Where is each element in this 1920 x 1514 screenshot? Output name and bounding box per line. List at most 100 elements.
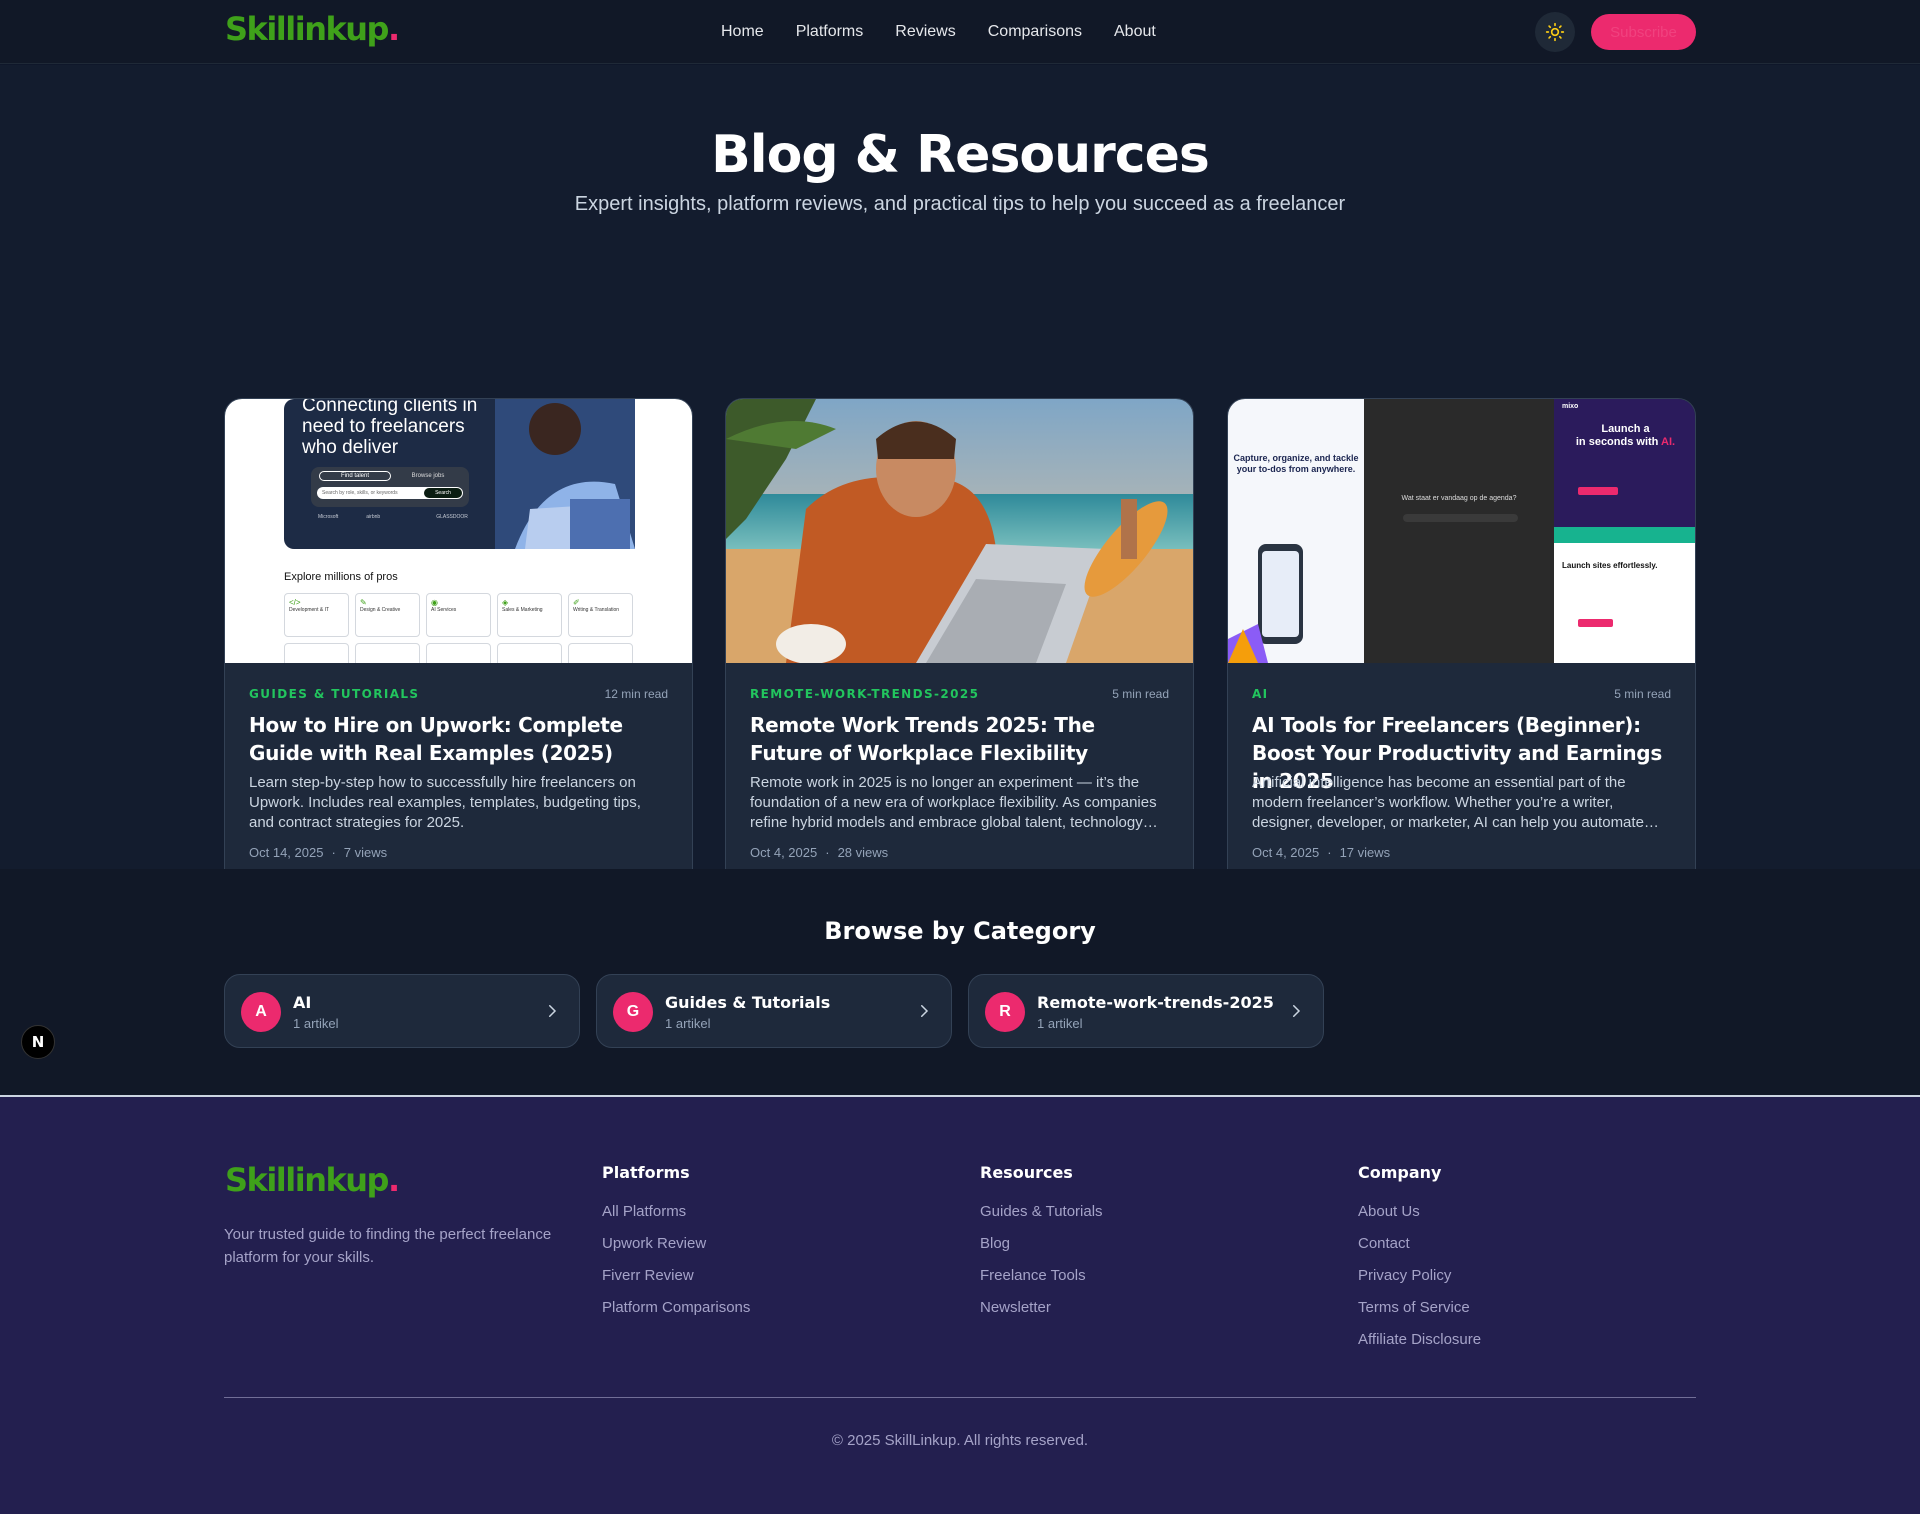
code-icon: </> [289,598,301,607]
theme-toggle-button[interactable] [1535,12,1575,52]
category-avatar: R [985,992,1025,1032]
post-card[interactable]: Capture, organize, and tackle your to-do… [1227,398,1696,887]
thumb-tile: ◉ AI Services [426,593,491,637]
main-nav: Home Platforms Reviews Comparisons About [721,20,1188,44]
post-category[interactable]: REMOTE-WORK-TRENDS-2025 [750,687,979,701]
site-footer: Skillinkup. Your trusted guide to findin… [0,1095,1920,1514]
blog-hero-section: Blog & Resources Expert insights, platfo… [0,65,1920,887]
post-excerpt: Learn step-by-step how to successfully h… [249,774,641,831]
footer-column-title: Resources [980,1163,1073,1182]
post-excerpt: Remote work in 2025 is no longer an expe… [750,774,1158,831]
footer-column-resources: Resources Guides & Tutorials Blog Freela… [980,1163,1103,1324]
thumb-brand: airbnb [366,514,381,520]
footer-divider [224,1397,1696,1398]
post-title[interactable]: Remote Work Trends 2025: The Future of W… [750,711,1171,767]
footer-column-title: Platforms [602,1163,690,1182]
chevron-right-icon [921,1005,929,1017]
footer-link[interactable]: Newsletter [980,1292,1103,1324]
pen-icon: ✐ [573,598,580,607]
footer-link[interactable]: Privacy Policy [1358,1260,1481,1292]
post-views: 17 views [1339,845,1391,860]
footer-link[interactable]: Freelance Tools [980,1260,1103,1292]
thumb-brand: mixo [1562,403,1579,410]
browse-by-category-section: Browse by Category A AI 1 artikel G Guid… [0,869,1920,1095]
thumb-panel-headline: Capture, organize, and tackle your to-do… [1233,453,1359,474]
category-count: 1 artikel [293,1016,339,1031]
category-avatar: G [613,992,653,1032]
footer-column-platforms: Platforms All Platforms Upwork Review Fi… [602,1163,750,1324]
post-title[interactable]: How to Hire on Upwork: Complete Guide wi… [249,711,670,767]
dev-tools-badge[interactable]: N [21,1025,55,1059]
chevron-right-icon [1293,1005,1301,1017]
post-card[interactable]: REMOTE-WORK-TRENDS-2025 5 min read Remot… [725,398,1194,887]
post-card[interactable]: Connecting clients in need to freelancer… [224,398,693,887]
footer-link[interactable]: About Us [1358,1196,1481,1228]
nav-comparisons[interactable]: Comparisons [988,20,1082,44]
chart-icon: ◈ [502,598,509,607]
footer-tagline: Your trusted guide to finding the perfec… [224,1226,552,1266]
post-thumbnail: Connecting clients in need to freelancer… [225,399,692,663]
thumb-headline: Connecting clients in need to freelancer… [302,399,478,458]
footer-link[interactable]: Blog [980,1228,1103,1260]
ai-icon: ◉ [431,598,438,607]
thumb-tile: ✐ Writing & Translation [568,593,633,637]
footer-logo[interactable]: Skillinkup. [225,1161,400,1199]
thumb-launch-subheading: Launch sites effortlessly. [1562,561,1658,570]
post-date: Oct 4, 2025 [1252,845,1320,860]
footer-link[interactable]: Contact [1358,1228,1481,1260]
category-avatar: A [241,992,281,1032]
post-views: 7 views [343,845,388,860]
post-read-time: 12 min read [604,687,668,701]
chevron-right-icon [549,1005,557,1017]
nav-platforms[interactable]: Platforms [796,20,864,44]
category-count: 1 artikel [665,1016,711,1031]
post-read-time: 5 min read [1112,687,1169,701]
thumb-launch-headline: Launch a in seconds with AI. [1575,423,1676,448]
page-title: Blog & Resources [711,125,1210,185]
category-name: AI [293,993,312,1012]
thumb-brand-row: Microsoft airbnb GLASSDOOR [318,514,468,520]
post-views: 28 views [837,845,889,860]
top-navigation-bar: Skillinkup. Home Platforms Reviews Compa… [0,0,1920,64]
nav-about[interactable]: About [1114,20,1156,44]
subscribe-button[interactable]: Subscribe [1591,14,1696,50]
post-date: Oct 14, 2025 [249,845,324,860]
nav-home[interactable]: Home [721,20,764,44]
category-card-remote-work[interactable]: R Remote-work-trends-2025 1 artikel [968,974,1324,1048]
footer-link[interactable]: Fiverr Review [602,1260,750,1292]
post-meta: Oct 4, 2025 · 28 views [750,845,889,860]
site-logo[interactable]: Skillinkup. [225,10,400,48]
post-thumbnail [726,399,1193,663]
post-category[interactable]: GUIDES & TUTORIALS [249,687,419,701]
palette-icon: ✎ [360,598,367,607]
footer-link[interactable]: Upwork Review [602,1228,750,1260]
footer-link[interactable]: Platform Comparisons [602,1292,750,1324]
footer-link[interactable]: Affiliate Disclosure [1358,1324,1481,1356]
thumb-explore-heading: Explore millions of pros [284,571,398,583]
category-name: Guides & Tutorials [665,993,831,1012]
thumb-tile-grid-row2 [284,643,633,663]
footer-link[interactable]: All Platforms [602,1196,750,1228]
category-card-guides[interactable]: G Guides & Tutorials 1 artikel [596,974,952,1048]
thumb-brand: GLASSDOOR [436,514,468,520]
post-meta: Oct 4, 2025 · 17 views [1252,845,1391,860]
section-title: Browse by Category [824,917,1096,945]
post-category[interactable]: AI [1252,687,1269,701]
post-meta: Oct 14, 2025 · 7 views [249,845,388,860]
sun-icon [1545,22,1565,42]
thumb-tab-browse: Browse jobs [411,473,445,479]
footer-link[interactable]: Guides & Tutorials [980,1196,1103,1228]
category-card-ai[interactable]: A AI 1 artikel [224,974,580,1048]
post-read-time: 5 min read [1614,687,1671,701]
thumb-chat-prompt: Wat staat er vandaag op de agenda? [1401,495,1517,502]
thumb-tile: </> Development & IT [284,593,349,637]
page-subtitle: Expert insights, platform reviews, and p… [574,193,1346,215]
category-name: Remote-work-trends-2025 [1037,993,1274,1012]
thumb-search-button: Search [424,488,462,498]
footer-link[interactable]: Terms of Service [1358,1292,1481,1324]
post-thumbnail: Capture, organize, and tackle your to-do… [1228,399,1695,663]
nav-reviews[interactable]: Reviews [895,20,955,44]
thumb-tile-grid: </> Development & IT ✎ Design & Creative ◉… [284,593,633,637]
category-count: 1 artikel [1037,1016,1083,1031]
footer-column-title: Company [1358,1163,1442,1182]
